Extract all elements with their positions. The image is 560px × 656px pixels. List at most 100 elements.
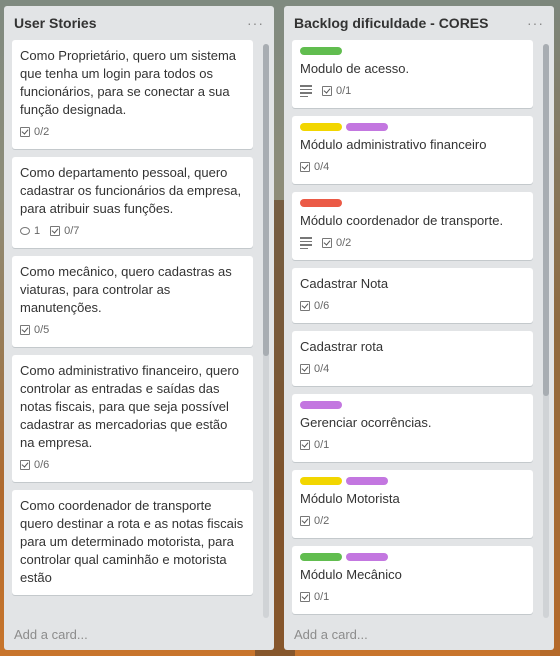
checklist-badge: 0/6 xyxy=(300,300,329,312)
card-title: Como departamento pessoal, quero cadastr… xyxy=(20,165,242,216)
checklist-badge: 0/1 xyxy=(322,85,351,97)
checklist-icon xyxy=(50,226,61,236)
card-badges: 1 0/7 xyxy=(20,222,245,240)
list-header: User Stories ··· xyxy=(4,6,274,40)
checklist-icon xyxy=(322,86,332,96)
scrollbar-thumb[interactable] xyxy=(543,44,549,396)
card-badges: 0/2 xyxy=(300,234,525,252)
card[interactable]: Como coordenador de transporte quero des… xyxy=(12,490,253,595)
card[interactable]: Módulo administrativo financeiro 0/4 xyxy=(292,116,533,184)
checklist-count: 0/4 xyxy=(314,161,330,173)
card[interactable]: Módulo coordenador de transporte. 0/2 xyxy=(292,192,533,260)
card-title: Gerenciar ocorrências. xyxy=(300,415,432,430)
card[interactable]: Como mecânico, quero cadastras as viatur… xyxy=(12,256,253,347)
card-title: Módulo administrativo financeiro xyxy=(300,137,487,152)
checklist-badge: 0/2 xyxy=(322,237,351,249)
checklist-badge: 0/4 xyxy=(300,363,329,375)
checklist-badge: 0/4 xyxy=(300,161,329,173)
card-container: Como Proprietário, quero um sistema que … xyxy=(12,40,253,618)
comments-count: 1 xyxy=(34,225,41,237)
card-badges: 0/2 xyxy=(20,123,245,141)
checklist-count: 0/5 xyxy=(34,324,50,336)
label-yellow[interactable] xyxy=(300,477,342,485)
label-purple[interactable] xyxy=(346,477,388,485)
description-badge xyxy=(300,85,312,97)
card-title: Modulo de acesso. xyxy=(300,61,410,76)
checklist-icon xyxy=(20,127,30,137)
checklist-icon xyxy=(300,592,310,602)
checklist-icon xyxy=(300,516,310,526)
comment-icon xyxy=(20,227,30,235)
card-badges: 0/4 xyxy=(300,360,525,378)
card[interactable]: Como departamento pessoal, quero cadastr… xyxy=(12,157,253,248)
checklist-icon xyxy=(300,162,310,172)
scrollbar[interactable] xyxy=(263,44,269,618)
card-badges: 0/6 xyxy=(300,297,525,315)
list-menu-icon[interactable]: ··· xyxy=(527,15,544,31)
checklist-count: 0/2 xyxy=(34,126,50,138)
checklist-icon xyxy=(20,325,30,335)
checklist-badge: 0/2 xyxy=(20,126,49,138)
checklist-badge: 0/1 xyxy=(300,439,329,451)
card[interactable]: Gerenciar ocorrências. 0/1 xyxy=(292,394,533,462)
checklist-count: 0/1 xyxy=(314,439,330,451)
card-title: Como mecânico, quero cadastras as viatur… xyxy=(20,264,232,315)
card-title: Módulo Mecânico xyxy=(300,567,402,582)
checklist-icon xyxy=(300,301,310,311)
checklist-count: 0/6 xyxy=(34,459,50,471)
checklist-badge: 0/7 xyxy=(50,225,79,237)
card-labels xyxy=(300,401,525,409)
card[interactable]: Módulo Mecânico 0/1 xyxy=(292,546,533,614)
label-green[interactable] xyxy=(300,553,342,561)
card-badges: 0/2 xyxy=(300,512,525,530)
card[interactable]: Modulo de acesso. 0/1 xyxy=(292,40,533,108)
checklist-count: 0/4 xyxy=(314,363,330,375)
checklist-badge: 0/2 xyxy=(300,515,329,527)
card[interactable]: Cadastrar rota 0/4 xyxy=(292,331,533,386)
card-badges: 0/1 xyxy=(300,436,525,454)
label-green[interactable] xyxy=(300,47,342,55)
scrollbar-thumb[interactable] xyxy=(263,44,269,356)
card-badges: 0/6 xyxy=(20,456,245,474)
card-title: Como administrativo financeiro, quero co… xyxy=(20,363,239,450)
add-card-button[interactable]: Add a card... xyxy=(14,627,88,642)
scrollbar[interactable] xyxy=(543,44,549,618)
card[interactable]: Cadastrar Nota 0/6 xyxy=(292,268,533,323)
card-badges: 0/1 xyxy=(300,588,525,606)
checklist-count: 0/7 xyxy=(64,225,80,237)
checklist-count: 0/1 xyxy=(314,591,330,603)
checklist-count: 0/1 xyxy=(336,85,352,97)
list-menu-icon[interactable]: ··· xyxy=(247,15,264,31)
card-labels xyxy=(300,477,525,485)
list-backlog-cores: Backlog dificuldade - CORES ··· Modulo d… xyxy=(284,6,554,650)
card[interactable]: Como Proprietário, quero um sistema que … xyxy=(12,40,253,149)
checklist-badge: 0/5 xyxy=(20,324,49,336)
add-card-button[interactable]: Add a card... xyxy=(294,627,368,642)
label-purple[interactable] xyxy=(346,553,388,561)
list-header: Backlog dificuldade - CORES ··· xyxy=(284,6,554,40)
list-title[interactable]: User Stories xyxy=(14,15,96,31)
checklist-count: 0/6 xyxy=(314,300,330,312)
checklist-count: 0/2 xyxy=(314,515,330,527)
checklist-icon xyxy=(322,238,332,248)
label-purple[interactable] xyxy=(346,123,388,131)
card-labels xyxy=(300,123,525,131)
card[interactable]: Módulo Motorista 0/2 xyxy=(292,470,533,538)
checklist-icon xyxy=(20,460,30,470)
list-user-stories: User Stories ··· Como Proprietário, quer… xyxy=(4,6,274,650)
label-purple[interactable] xyxy=(300,401,342,409)
label-red[interactable] xyxy=(300,199,342,207)
card-title: Como Proprietário, quero um sistema que … xyxy=(20,48,237,117)
checklist-icon xyxy=(300,364,310,374)
card-labels xyxy=(300,47,525,55)
checklist-icon xyxy=(300,440,310,450)
card-badges: 0/4 xyxy=(300,158,525,176)
description-icon xyxy=(300,85,312,97)
card-title: Módulo coordenador de transporte. xyxy=(300,213,504,228)
list-title[interactable]: Backlog dificuldade - CORES xyxy=(294,15,488,31)
card-title: Cadastrar rota xyxy=(300,339,384,354)
card-badges: 0/1 xyxy=(300,82,525,100)
label-yellow[interactable] xyxy=(300,123,342,131)
card[interactable]: Como administrativo financeiro, quero co… xyxy=(12,355,253,482)
card-badges: 0/5 xyxy=(20,321,245,339)
